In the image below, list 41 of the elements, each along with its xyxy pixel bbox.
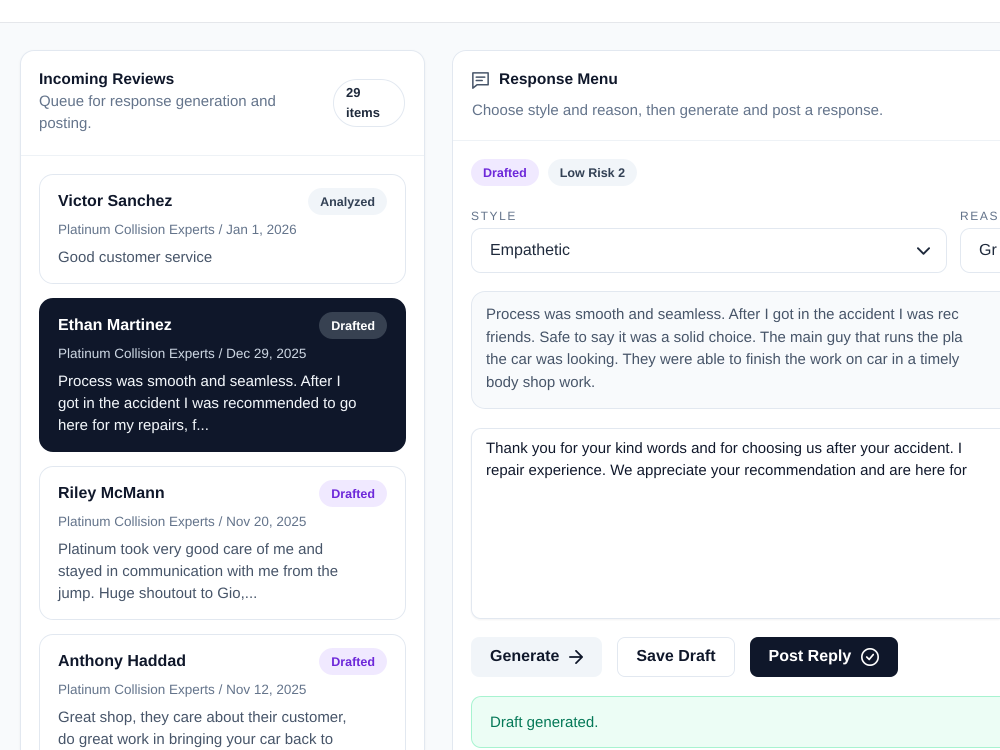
item-count-badge: 29 items: [333, 78, 405, 126]
reviewer-name: Victor Sanchez: [58, 192, 172, 210]
review-card[interactable]: Anthony Haddad Drafted Platinum Collision Experts / Nov 12, 2025 Great shop, they care about their customer, do great work in bringing your car back to: [39, 634, 406, 750]
review-snippet: Good customer service: [58, 248, 212, 268]
review-card[interactable]: Riley McMann Drafted Platinum Collision Experts / Nov 20, 2025 Platinum took very good care of me and stayed in communication with me from the jump. Huge shoutout to Gio,...: [39, 466, 406, 620]
message-icon: [472, 72, 489, 88]
reviewer-name: Anthony Haddad: [58, 652, 186, 670]
review-text: Process was smooth and seamless. After I got in the accident I was rec friends. Safe to say it was a solid choice. The main guy that runs the pla the car was looking. They were able to finish the work on car in a timely body shop work.: [471, 291, 1000, 409]
status-badge: Drafted: [319, 312, 387, 339]
review-meta: Platinum Collision Experts / Nov 12, 2025: [58, 681, 306, 699]
arrow-right-icon: [569, 650, 584, 664]
panel-title: Response Menu: [499, 70, 618, 90]
review-card[interactable]: Ethan Martinez Drafted Platinum Collision Experts / Dec 29, 2025 Process was smooth and seamless. After I got in the accident I was recommended to go here for my repairs, f...: [39, 298, 406, 452]
field-label: STYLE: [471, 209, 518, 223]
status-badge: Drafted: [319, 648, 387, 675]
check-circle-icon: [861, 648, 880, 666]
field-label: REAS: [960, 209, 1000, 223]
success-alert: Draft generated.: [471, 696, 1000, 748]
review-card[interactable]: Victor Sanchez Analyzed Platinum Collision Experts / Jan 1, 2026 Good customer service: [39, 174, 406, 284]
post-reply-button[interactable]: Post Reply: [750, 637, 898, 677]
chevron-down-icon: [917, 246, 930, 254]
panel-subtitle: Queue for response generation and posting.: [39, 92, 277, 134]
reviewer-name: Ethan Martinez: [58, 316, 172, 334]
status-badge: Drafted: [319, 480, 387, 507]
review-meta: Platinum Collision Experts / Nov 20, 2025: [58, 513, 306, 531]
generate-button[interactable]: Generate: [471, 637, 602, 677]
review-meta: Platinum Collision Experts / Jan 1, 2026: [58, 221, 297, 239]
review-meta: Platinum Collision Experts / Dec 29, 2025: [58, 345, 306, 363]
panel-title: Incoming Reviews: [39, 70, 174, 90]
reviewer-name: Riley McMann: [58, 484, 165, 502]
status-badge: Analyzed: [308, 188, 387, 215]
save-draft-button[interactable]: Save Draft: [617, 637, 735, 677]
status-badge: Drafted: [471, 159, 539, 186]
review-snippet: Platinum took very good care of me and stayed in communication with me from the jump. Huge shoutout to Gio,...: [58, 540, 338, 604]
review-snippet: Process was smooth and seamless. After I got in the accident I was recommended to go here for my repairs, f...: [58, 372, 357, 436]
reason-select[interactable]: Gr: [960, 228, 1000, 273]
review-snippet: Great shop, they care about their customer, do great work in bringing your car back to: [58, 708, 346, 750]
panel-subtitle: Choose style and reason, then generate and post a response.: [472, 101, 884, 121]
reply-textarea[interactable]: Thank you for your kind words and for choosing us after your accident. I repair experience. We appreciate your recommendation and are here for: [471, 428, 1000, 619]
style-select[interactable]: Empathetic: [471, 228, 947, 273]
risk-badge: Low Risk 2: [548, 159, 638, 186]
